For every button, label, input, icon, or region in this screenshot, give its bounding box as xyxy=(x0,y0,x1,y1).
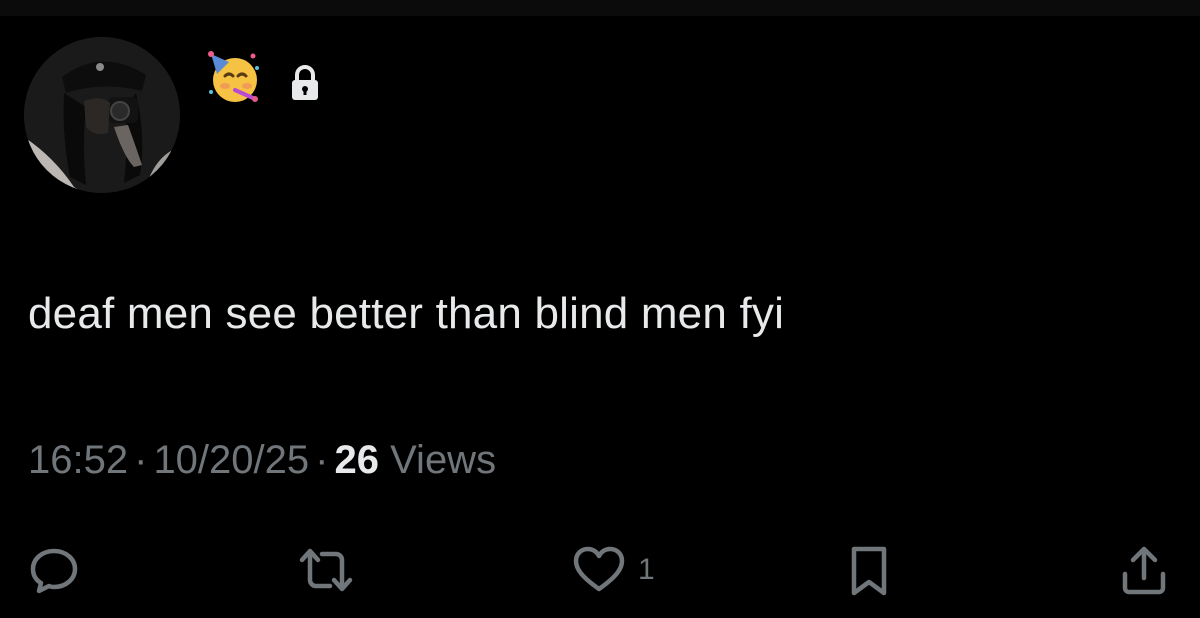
share-icon xyxy=(1122,546,1166,595)
tweet-date[interactable]: 10/20/25 xyxy=(153,438,309,482)
share-button[interactable] xyxy=(1116,540,1172,600)
tweet-text: deaf men see better than blind men fyi xyxy=(28,289,785,338)
tweet-metadata: 16:52 · 10/20/25 · 26 Views xyxy=(28,438,496,483)
like-count: 1 xyxy=(638,553,655,586)
avatar[interactable] xyxy=(24,37,180,193)
meta-separator: · xyxy=(315,438,329,482)
user-badges xyxy=(205,48,325,106)
tweet-detail: deaf men see better than blind men fyi 1… xyxy=(0,0,1200,618)
repost-icon xyxy=(299,548,353,592)
views-label: Views xyxy=(390,438,497,482)
views-count: 26 xyxy=(334,438,379,482)
partying-face-emoji-icon xyxy=(208,51,259,102)
like-button[interactable]: 1 xyxy=(570,540,655,600)
bookmark-icon xyxy=(851,546,887,596)
tweet-time[interactable]: 16:52 xyxy=(28,438,128,482)
reply-icon xyxy=(30,548,78,594)
reply-button[interactable] xyxy=(26,540,82,600)
meta-separator: · xyxy=(134,438,148,482)
bookmark-button[interactable] xyxy=(844,540,894,600)
heart-icon xyxy=(573,546,625,592)
lock-icon xyxy=(292,65,318,100)
avatar-photo xyxy=(24,37,180,193)
repost-button[interactable] xyxy=(296,540,356,600)
tweet-actions-bar: 1 xyxy=(0,540,1200,600)
